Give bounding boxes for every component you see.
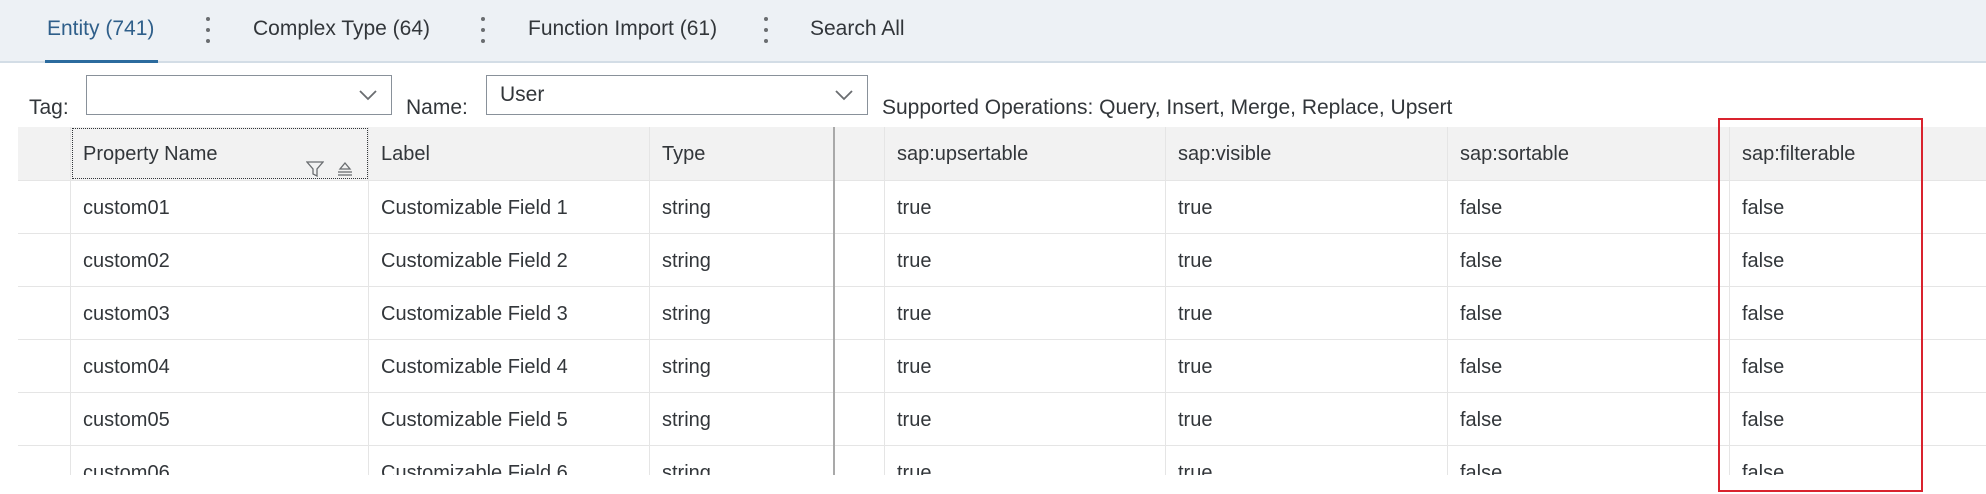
filterable-cell: false bbox=[1742, 356, 1785, 378]
sortable-cell: false bbox=[1448, 340, 1730, 392]
property-name-cell: custom04 bbox=[71, 340, 369, 392]
tab-bar: Entity (741) Complex Type (64) Function … bbox=[0, 0, 1986, 63]
visible-cell: true bbox=[1166, 340, 1448, 392]
property-name-cell: custom01 bbox=[71, 181, 369, 233]
property-name-cell: custom03 bbox=[71, 287, 369, 339]
tag-label: Tag: bbox=[29, 96, 69, 119]
type-cell: string bbox=[650, 181, 834, 233]
sortable-cell: false bbox=[1448, 181, 1730, 233]
row-selector[interactable] bbox=[18, 181, 71, 233]
column-header-label[interactable]: Label bbox=[369, 127, 650, 180]
visible-cell: true bbox=[1166, 234, 1448, 286]
overflow-dots-icon[interactable] bbox=[764, 17, 768, 43]
column-header-filterable[interactable]: sap:filterable bbox=[1730, 127, 1986, 180]
upsertable-cell: true bbox=[885, 446, 1166, 475]
table-row[interactable]: custom01 Customizable Field 1 string true tr… bbox=[18, 181, 1986, 234]
visible-cell: true bbox=[1166, 393, 1448, 445]
filterable-cell: false bbox=[1742, 197, 1785, 219]
type-cell: string bbox=[650, 393, 834, 445]
table-row[interactable]: custom05 Customizable Field 5 string true tr… bbox=[18, 393, 1986, 446]
blank-cell bbox=[834, 340, 885, 392]
row-selector[interactable] bbox=[18, 234, 71, 286]
sortable-cell: false bbox=[1448, 446, 1730, 475]
sort-icon[interactable] bbox=[336, 160, 354, 178]
supported-operations-text: Supported Operations: Query, Insert, Mer… bbox=[882, 96, 1453, 119]
sortable-cell: false bbox=[1448, 287, 1730, 339]
table-row[interactable]: custom06 Customizable Field 6 string true tr… bbox=[18, 446, 1986, 475]
visible-cell: true bbox=[1166, 181, 1448, 233]
type-cell: string bbox=[650, 446, 834, 475]
column-header-sortable[interactable]: sap:sortable bbox=[1448, 127, 1730, 180]
filterable-cell: false bbox=[1742, 303, 1785, 325]
name-label: Name: bbox=[406, 96, 468, 119]
property-name-cell: custom02 bbox=[71, 234, 369, 286]
upsertable-cell: true bbox=[885, 234, 1166, 286]
column-header-visible[interactable]: sap:visible bbox=[1166, 127, 1448, 180]
label-cell: Customizable Field 1 bbox=[369, 181, 650, 233]
sortable-cell: false bbox=[1448, 234, 1730, 286]
overflow-dots-icon[interactable] bbox=[481, 17, 485, 43]
name-select-value: User bbox=[500, 83, 545, 106]
column-header-blank bbox=[834, 127, 885, 180]
chevron-down-icon bbox=[359, 90, 377, 101]
row-selector[interactable] bbox=[18, 340, 71, 392]
upsertable-cell: true bbox=[885, 287, 1166, 339]
fixed-column-divider[interactable] bbox=[833, 127, 835, 475]
upsertable-cell: true bbox=[885, 340, 1166, 392]
visible-cell: true bbox=[1166, 446, 1448, 475]
tab-search-all[interactable]: Search All bbox=[810, 0, 905, 61]
type-cell: string bbox=[650, 234, 834, 286]
tab-complex-type[interactable]: Complex Type (64) bbox=[253, 0, 430, 61]
type-cell: string bbox=[650, 287, 834, 339]
label-cell: Customizable Field 6 bbox=[369, 446, 650, 475]
tag-select[interactable] bbox=[86, 75, 392, 115]
tab-entity[interactable]: Entity (741) bbox=[44, 0, 159, 63]
blank-cell bbox=[834, 287, 885, 339]
sortable-cell: false bbox=[1448, 393, 1730, 445]
label-cell: Customizable Field 2 bbox=[369, 234, 650, 286]
label-cell: Customizable Field 3 bbox=[369, 287, 650, 339]
blank-cell bbox=[834, 393, 885, 445]
row-selector[interactable] bbox=[18, 446, 71, 475]
row-selector[interactable] bbox=[18, 287, 71, 339]
property-name-cell: custom05 bbox=[71, 393, 369, 445]
name-select[interactable]: User bbox=[486, 75, 868, 115]
filterable-cell: false bbox=[1742, 250, 1785, 272]
blank-cell bbox=[834, 446, 885, 475]
upsertable-cell: true bbox=[885, 181, 1166, 233]
blank-cell bbox=[834, 181, 885, 233]
property-name-cell: custom06 bbox=[71, 446, 369, 475]
label-cell: Customizable Field 4 bbox=[369, 340, 650, 392]
chevron-down-icon bbox=[835, 90, 853, 101]
filterable-cell: false bbox=[1742, 462, 1785, 475]
upsertable-cell: true bbox=[885, 393, 1166, 445]
overflow-dots-icon[interactable] bbox=[206, 17, 210, 43]
properties-table: Property Name Label Type sap:upsertable … bbox=[18, 127, 1986, 475]
blank-cell bbox=[834, 234, 885, 286]
column-header-property-name[interactable]: Property Name bbox=[71, 127, 369, 180]
column-header-type[interactable]: Type bbox=[650, 127, 834, 180]
column-header-label: Property Name bbox=[83, 143, 218, 165]
filter-icon[interactable] bbox=[306, 160, 325, 178]
column-header-upsertable[interactable]: sap:upsertable bbox=[885, 127, 1166, 180]
filterable-cell: false bbox=[1742, 409, 1785, 431]
type-cell: string bbox=[650, 340, 834, 392]
table-row[interactable]: custom03 Customizable Field 3 string true tr… bbox=[18, 287, 1986, 340]
label-cell: Customizable Field 5 bbox=[369, 393, 650, 445]
visible-cell: true bbox=[1166, 287, 1448, 339]
table-row[interactable]: custom02 Customizable Field 2 string true tr… bbox=[18, 234, 1986, 287]
tab-function-import[interactable]: Function Import (61) bbox=[528, 0, 717, 61]
table-header: Property Name Label Type sap:upsertable … bbox=[18, 127, 1986, 181]
row-selector[interactable] bbox=[18, 393, 71, 445]
row-selector-header bbox=[18, 127, 71, 180]
table-row[interactable]: custom04 Customizable Field 4 string true tr… bbox=[18, 340, 1986, 393]
